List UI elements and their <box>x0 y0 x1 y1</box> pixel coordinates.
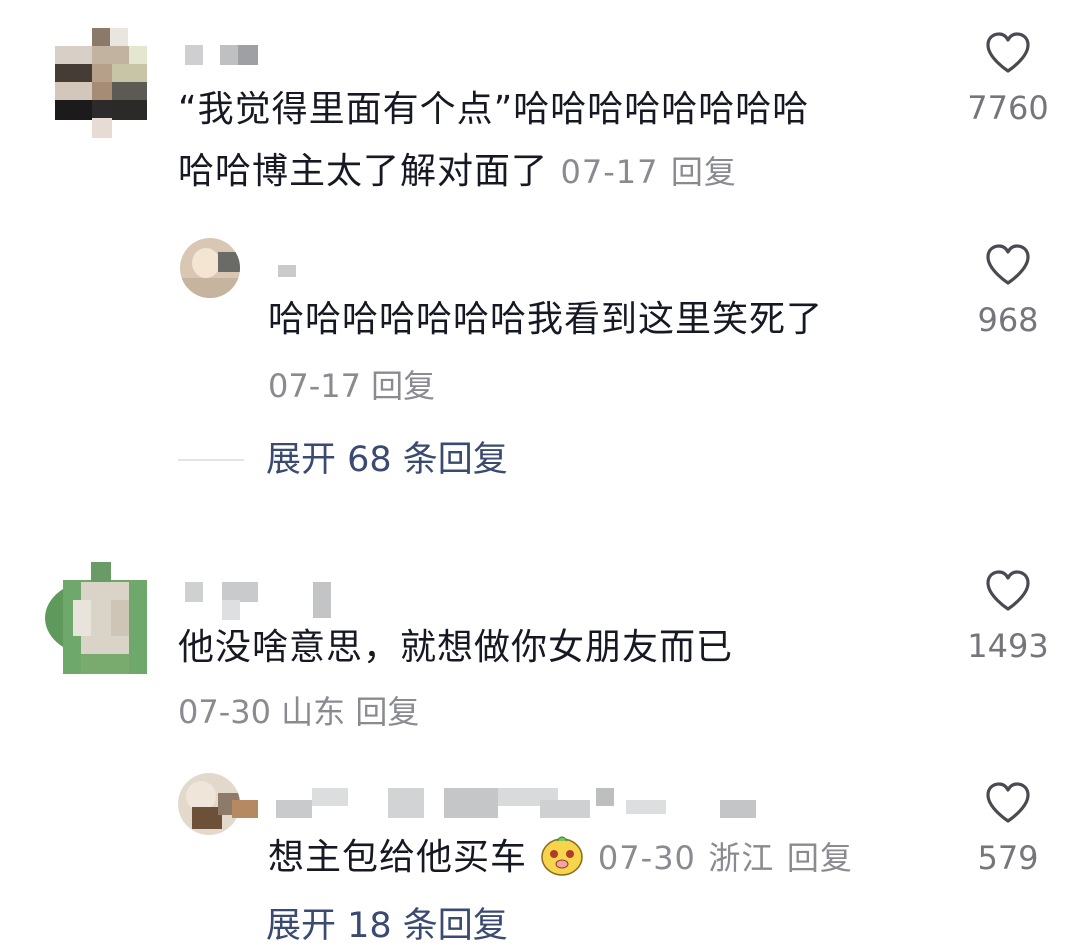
expand-replies-button[interactable]: 展开 68 条回复 <box>266 438 508 482</box>
comment-date: 07-30 <box>178 693 271 731</box>
heart-outline-icon <box>986 32 1030 73</box>
avatar[interactable] <box>55 28 147 138</box>
like-count: 7760 <box>967 89 1049 127</box>
comment-location: 山东 <box>281 693 346 731</box>
reply-meta: 07-17 回复 <box>268 366 435 406</box>
comment-meta: 07-30 山东 回复 <box>178 692 419 732</box>
reply-text: 想主包给他买车 <box>268 837 528 878</box>
reply-location: 浙江 <box>708 839 775 877</box>
reply-button[interactable]: 回复 <box>787 839 853 877</box>
comment-text-line2: 哈哈博主太了解对面了 07-17 回复 <box>178 151 737 192</box>
avatar[interactable] <box>178 773 240 835</box>
comment-text-line1: “我觉得里面有个点”哈哈哈哈哈哈哈哈 <box>178 89 810 130</box>
smiling-dog-emoji <box>541 836 584 876</box>
like-count: 1493 <box>967 627 1049 665</box>
comment-date: 07-17 <box>560 153 659 191</box>
reply-button[interactable]: 回复 <box>355 693 419 731</box>
like-button[interactable]: 1493 <box>948 568 1068 666</box>
avatar[interactable] <box>180 238 240 298</box>
reply-text: 哈哈哈哈哈哈哈我看到这里笑死了 <box>268 299 824 340</box>
heart-outline-icon <box>986 244 1030 285</box>
like-count: 579 <box>977 839 1039 877</box>
like-count: 968 <box>977 301 1039 339</box>
comment-text: 他没啥意思，就想做你女朋友而已 <box>178 627 734 668</box>
heart-outline-icon <box>986 570 1030 611</box>
like-button[interactable]: 968 <box>948 242 1068 340</box>
expand-replies-button[interactable]: 展开 18 条回复 <box>266 904 508 948</box>
divider <box>178 459 244 461</box>
reply-text-row: 想主包给他买车 07-30 浙江 回复 <box>268 828 853 888</box>
username-blurred[interactable] <box>278 265 296 277</box>
avatar[interactable] <box>45 562 147 674</box>
reply-date: 07-17 <box>268 367 361 405</box>
like-button[interactable]: 579 <box>948 780 1068 878</box>
like-button[interactable]: 7760 <box>948 30 1068 128</box>
heart-outline-icon <box>986 782 1030 823</box>
reply-button[interactable]: 回复 <box>371 367 435 405</box>
reply-date: 07-30 <box>597 839 696 877</box>
reply-button[interactable]: 回复 <box>671 153 737 191</box>
